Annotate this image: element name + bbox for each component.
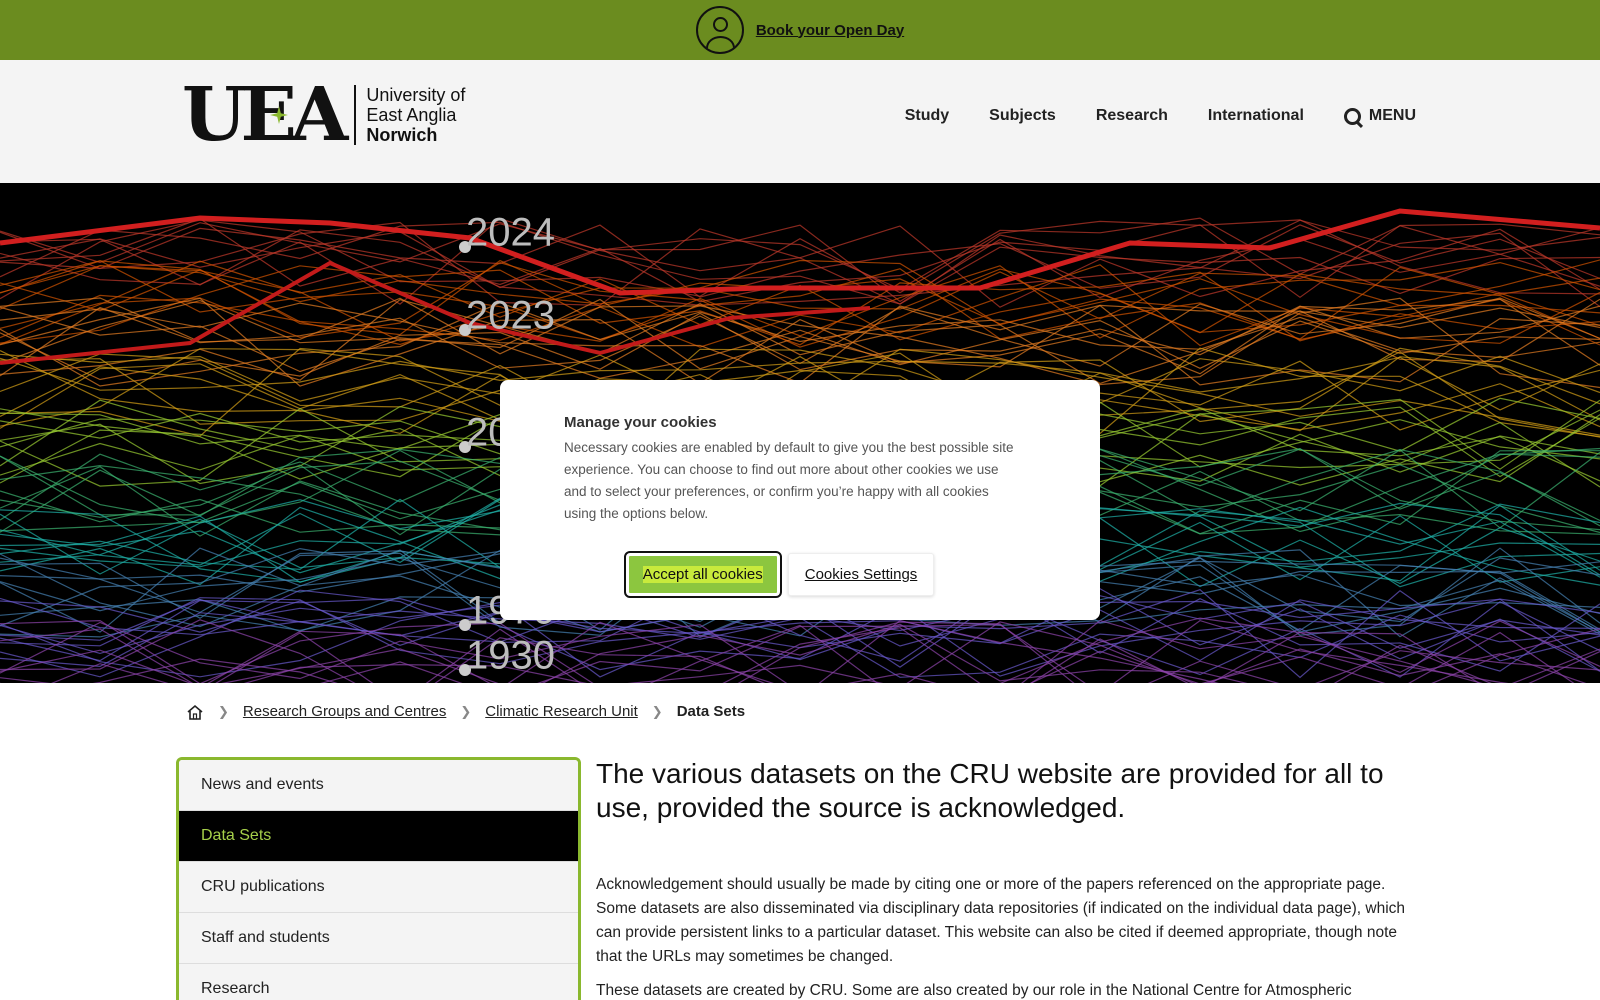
cookie-dialog: Manage your cookies Necessary cookies ar…: [500, 380, 1100, 620]
cookie-dialog-title: Manage your cookies: [564, 414, 717, 431]
user-circle-icon[interactable]: [695, 6, 744, 54]
main-nav: Study Subjects Research International ME…: [905, 107, 1416, 125]
uea-logo[interactable]: UEA University of East Anglia Norwich: [182, 72, 465, 158]
sidenav-item-staff[interactable]: Staff and students: [179, 913, 578, 964]
chevron-right-icon: ❯: [218, 703, 229, 719]
logo-mark: UEA: [182, 72, 348, 158]
logo-wordmark: University of East Anglia Norwich: [354, 85, 465, 145]
cookies-settings-button[interactable]: Cookies Settings: [787, 553, 935, 596]
second-paragraph: These datasets are created by CRU. Some …: [596, 982, 1352, 999]
logo-line-1: University of: [366, 85, 466, 105]
nav-study[interactable]: Study: [905, 107, 949, 125]
chevron-right-icon: ❯: [460, 703, 472, 719]
logo-line-3: Norwich: [366, 125, 438, 145]
sidenav-item-news[interactable]: News and events: [179, 760, 578, 811]
intro-paragraph: Acknowledgement should usually be made b…: [596, 876, 1406, 965]
book-open-day-link[interactable]: Book your Open Day: [756, 22, 904, 39]
home-icon[interactable]: [186, 704, 204, 720]
logo-line-2: East Anglia: [366, 105, 457, 125]
section-sidenav: News and events Data Sets CRU publicatio…: [176, 757, 581, 1000]
main-content: The various datasets on the CRU website …: [596, 757, 1416, 1000]
accept-all-cookies-button[interactable]: Accept all cookies: [623, 551, 782, 598]
breadcrumb: ❯ Research Groups and Centres ❯ Climatic…: [186, 703, 745, 720]
nav-subjects[interactable]: Subjects: [989, 107, 1056, 125]
breadcrumb-current: Data Sets: [676, 703, 746, 720]
menu-label: MENU: [1368, 107, 1416, 124]
nav-research[interactable]: Research: [1096, 107, 1168, 125]
search-icon[interactable]: [1343, 107, 1361, 125]
open-day-banner: Book your Open Day: [0, 0, 1600, 60]
sidenav-item-publications[interactable]: CRU publications: [179, 862, 578, 913]
nav-international[interactable]: International: [1208, 107, 1304, 125]
accept-label: Accept all cookies: [642, 566, 763, 583]
site-header: UEA University of East Anglia Norwich St…: [0, 60, 1600, 183]
breadcrumb-cru[interactable]: Climatic Research Unit: [485, 703, 638, 720]
sidenav-item-research[interactable]: Research: [179, 964, 578, 1000]
cookie-dialog-body: Necessary cookies are enabled by default…: [564, 440, 1014, 521]
menu-button[interactable]: MENU: [1343, 107, 1416, 125]
page-heading: The various datasets on the CRU website …: [596, 758, 1384, 823]
sidenav-item-data-sets[interactable]: Data Sets: [179, 811, 578, 862]
chevron-right-icon: ❯: [651, 703, 663, 719]
breadcrumb-research-groups[interactable]: Research Groups and Centres: [243, 703, 446, 720]
